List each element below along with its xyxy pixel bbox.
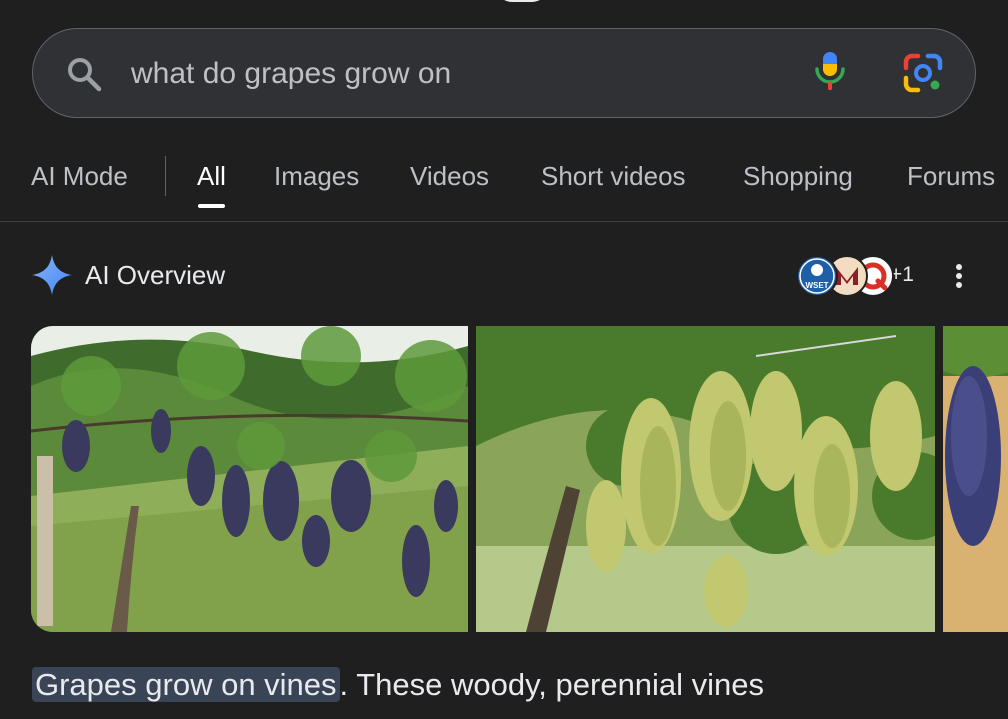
search-icon[interactable]: [64, 54, 104, 94]
search-tabs: AI Mode All Images Videos Short videos S…: [0, 146, 1008, 218]
ai-overview-answer: Grapes grow on vines. These woody, peren…: [32, 662, 1008, 708]
ai-sparkle-icon: [32, 255, 72, 295]
tab-ai-mode[interactable]: AI Mode: [31, 158, 128, 198]
tab-images[interactable]: Images: [274, 158, 359, 198]
wset-logo-text: WSET: [805, 281, 828, 290]
tab-divider: [165, 156, 166, 196]
tab-short-videos[interactable]: Short videos: [541, 158, 686, 198]
dark-grapes-cluster-image[interactable]: [943, 326, 1008, 632]
more-options-icon[interactable]: [944, 258, 974, 294]
tab-videos[interactable]: Videos: [410, 158, 489, 198]
answer-highlight[interactable]: Grapes grow on vines: [32, 667, 340, 702]
ai-overview-title: AI Overview: [85, 260, 226, 290]
dark-grapes-vineyard-image[interactable]: [31, 326, 468, 632]
answer-text: . These woody, perennial vines: [339, 667, 765, 702]
wset-logo-icon[interactable]: WSET: [796, 255, 838, 297]
source-avatars[interactable]: WSET: [796, 255, 894, 297]
google-lens-icon[interactable]: [900, 50, 946, 96]
mic-icon[interactable]: [810, 48, 850, 96]
green-grapes-vine-image[interactable]: [476, 326, 935, 632]
search-input[interactable]: what do grapes grow on: [131, 52, 771, 96]
tab-forums[interactable]: Forums: [907, 158, 995, 198]
tabs-divider: [0, 221, 1008, 222]
tab-shopping[interactable]: Shopping: [743, 158, 853, 198]
tab-all[interactable]: All: [197, 158, 226, 208]
top-partial-logo: [496, 0, 548, 2]
